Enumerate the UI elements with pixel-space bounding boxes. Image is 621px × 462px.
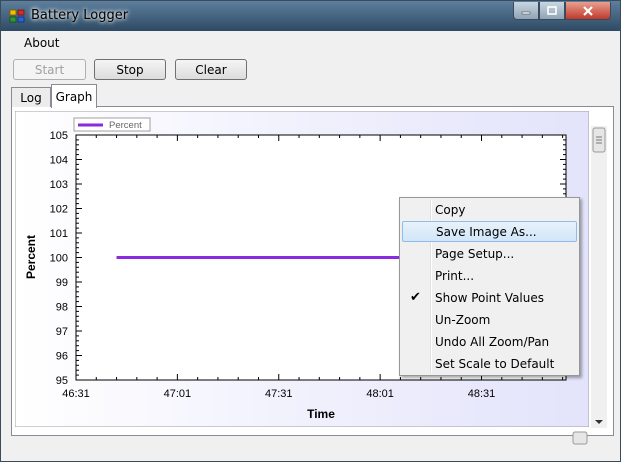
tab-graph[interactable]: Graph (51, 84, 97, 108)
menu-item-save-image-as[interactable]: Save Image As... (402, 221, 577, 242)
window-title: Battery Logger (31, 8, 129, 23)
menu-about[interactable]: About (24, 36, 59, 50)
menu-item-label: Copy (435, 202, 466, 217)
y-tick-label: 103 (50, 179, 68, 191)
menu-item-label: Print... (435, 268, 475, 283)
close-button[interactable] (565, 2, 611, 20)
menu-item-label: Set Scale to Default (435, 356, 555, 371)
menu-item-label: Show Point Values (435, 290, 545, 305)
x-tick-label: 47:01 (164, 388, 192, 400)
clear-button[interactable]: Clear (175, 59, 247, 80)
menu-item-show-point-values[interactable]: ✔ Show Point Values (402, 287, 577, 308)
menu-item-print[interactable]: Print... (402, 265, 577, 286)
y-tick-label: 99 (56, 277, 68, 289)
y-tick-label: 95 (56, 375, 68, 387)
y-tick-label: 101 (50, 228, 68, 240)
minimize-icon (521, 11, 531, 14)
stop-button[interactable]: Stop (94, 59, 166, 80)
hscroll-thumb[interactable] (572, 431, 588, 445)
menu-item-un-zoom[interactable]: Un-Zoom (402, 309, 577, 330)
title-bar[interactable]: Battery Logger (1, 1, 620, 31)
y-tick-label: 102 (50, 204, 68, 216)
context-menu: Copy Save Image As... Page Setup... Print..… (399, 197, 580, 376)
y-tick-label: 104 (50, 155, 68, 167)
x-tick-label: 48:31 (468, 388, 496, 400)
menu-bar: About (9, 31, 614, 55)
vertical-scrollbar[interactable] (591, 126, 607, 428)
main-window: Battery Logger About Start Stop Clear Lo… (0, 0, 621, 462)
tab-log[interactable]: Log (11, 87, 51, 107)
horizontal-scrollbar[interactable] (571, 430, 591, 446)
menu-item-page-setup[interactable]: Page Setup... (402, 243, 577, 264)
y-tick-label: 100 (50, 253, 68, 265)
maximize-icon (547, 6, 557, 15)
x-tick-label: 48:01 (366, 388, 394, 400)
menu-item-label: Save Image As... (436, 224, 537, 239)
menu-item-label: Un-Zoom (435, 312, 491, 327)
scroll-down-arrow-icon[interactable] (595, 420, 603, 424)
legend: Percent (73, 117, 151, 132)
x-tick-label: 46:31 (62, 388, 90, 400)
maximize-button[interactable] (539, 2, 565, 20)
legend-label: Percent (109, 120, 142, 131)
minimize-button[interactable] (513, 2, 539, 20)
menu-item-copy[interactable]: Copy (402, 199, 577, 220)
x-axis-label: Time (307, 407, 335, 421)
menu-item-undo-all-zoom-pan[interactable]: Undo All Zoom/Pan (402, 331, 577, 352)
checkmark-icon: ✔ (410, 290, 421, 305)
y-tick-label: 105 (50, 130, 68, 142)
y-tick-label: 98 (56, 302, 68, 314)
close-icon (583, 5, 593, 16)
menu-item-set-scale-to-default[interactable]: Set Scale to Default (402, 353, 577, 374)
menu-item-label: Page Setup... (435, 246, 515, 261)
start-button[interactable]: Start (13, 59, 86, 80)
y-axis-label: Percent (24, 235, 38, 279)
battery-app-icon (9, 9, 25, 23)
x-tick-label: 47:31 (265, 388, 293, 400)
menu-item-label: Undo All Zoom/Pan (435, 334, 550, 349)
y-tick-label: 97 (56, 326, 68, 338)
y-tick-label: 96 (56, 351, 68, 363)
